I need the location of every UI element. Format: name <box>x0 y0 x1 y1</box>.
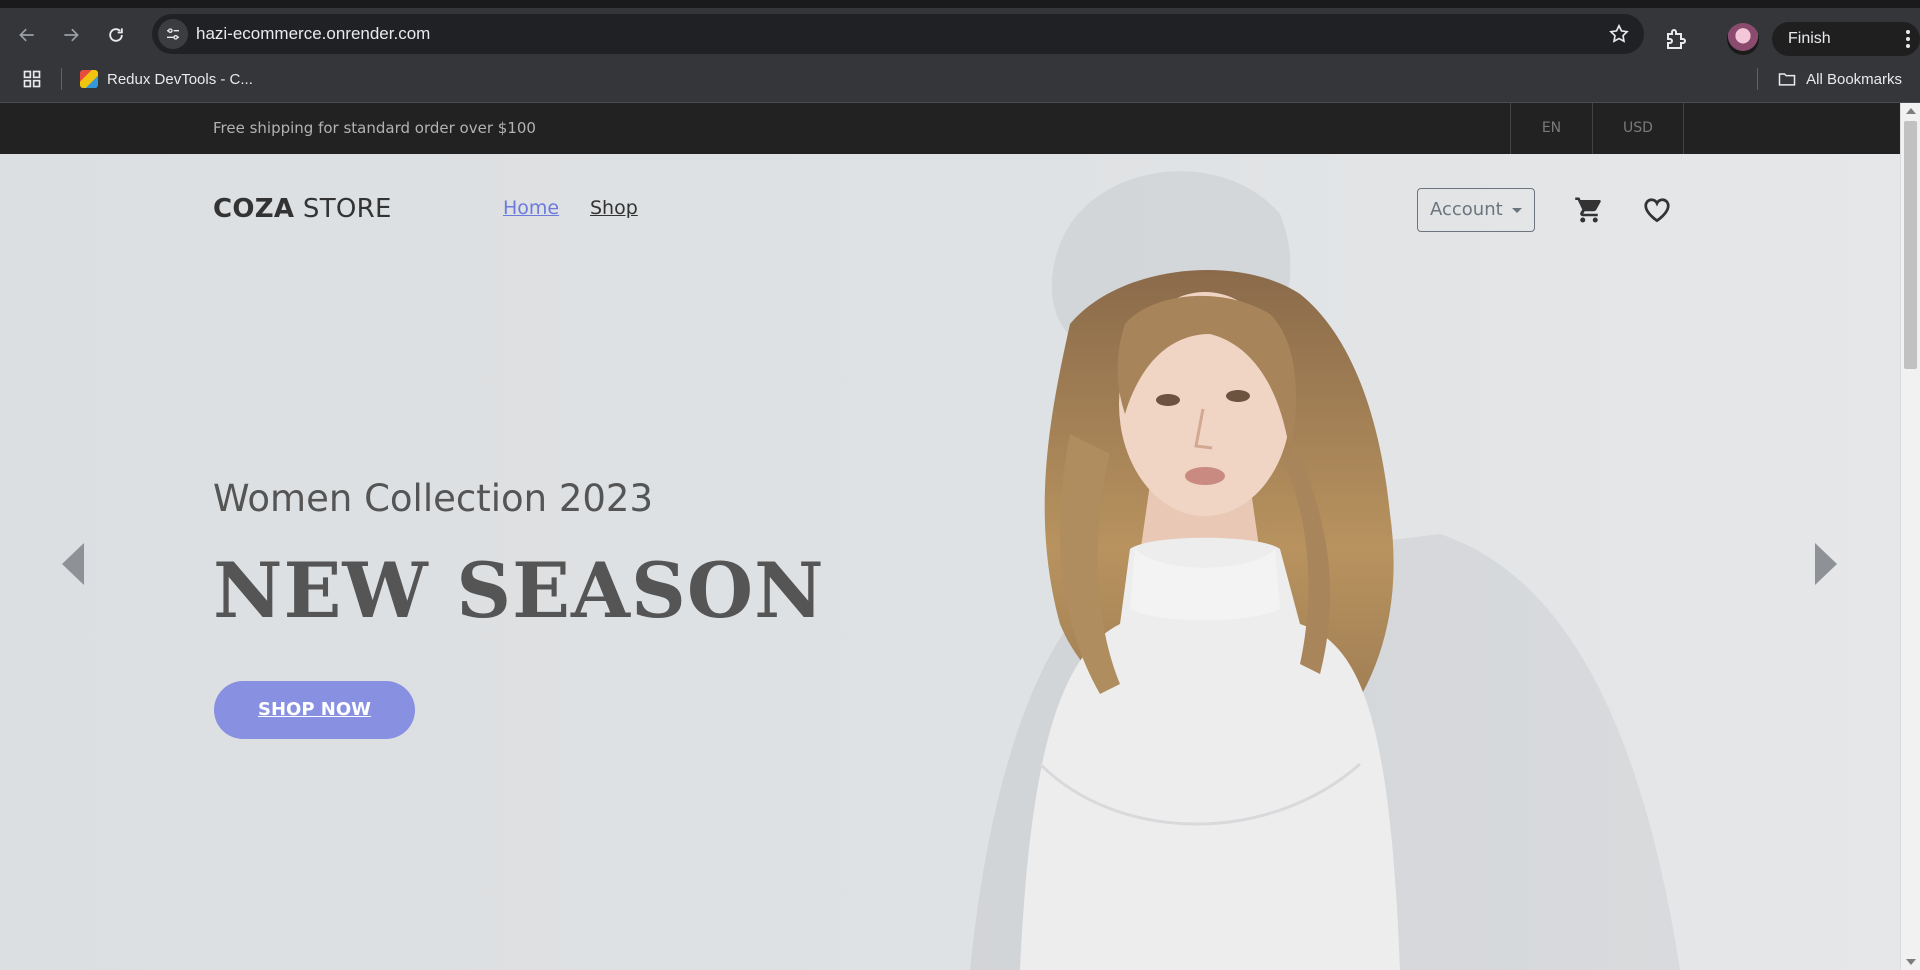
forward-button[interactable] <box>55 19 87 51</box>
profile-avatar[interactable] <box>1727 23 1759 55</box>
account-dropdown[interactable]: Account <box>1417 188 1535 232</box>
scrollbar-thumb[interactable] <box>1904 121 1917 369</box>
more-menu-icon[interactable] <box>1906 30 1910 48</box>
arrow-right-icon <box>64 28 79 42</box>
bookmark-label: Redux DevTools - C... <box>107 70 253 88</box>
bookmarks-divider <box>61 68 62 90</box>
tab-strip <box>0 0 1920 8</box>
all-bookmarks-button[interactable]: All Bookmarks <box>1777 66 1902 92</box>
reload-icon <box>109 28 123 42</box>
logo-bold-text: COZA <box>213 194 295 224</box>
shipping-notice: Free shipping for standard order over $1… <box>213 119 536 137</box>
site-logo[interactable]: COZA STORE <box>213 194 392 224</box>
all-bookmarks-label: All Bookmarks <box>1806 70 1902 88</box>
bookmarks-bar: Redux DevTools - C... All Bookmarks <box>0 56 1920 103</box>
slider-next-icon[interactable] <box>1815 543 1837 585</box>
folder-icon <box>1778 73 1796 86</box>
finish-update-button[interactable]: Finish update <box>1772 22 1920 81</box>
account-label: Account <box>1430 199 1503 220</box>
currency-selector[interactable]: USD <box>1592 103 1684 154</box>
browser-chrome: hazi-ecommerce.onrender.com Finish updat… <box>0 0 1920 103</box>
scroll-down-icon[interactable] <box>1906 959 1916 965</box>
redux-favicon-icon <box>80 70 98 88</box>
web-page: Free shipping for standard order over $1… <box>0 103 1900 970</box>
hero-subtitle: Women Collection 2023 <box>213 477 654 520</box>
address-bar[interactable]: hazi-ecommerce.onrender.com <box>152 14 1644 54</box>
bookmark-redux-devtools[interactable]: Redux DevTools - C... <box>80 66 253 92</box>
hero-title: NEW SEASON <box>213 546 825 635</box>
back-button[interactable] <box>11 19 43 51</box>
chevron-down-icon <box>1512 208 1522 213</box>
cart-icon[interactable] <box>1574 195 1604 225</box>
tune-icon <box>167 28 179 40</box>
logo-light-text: STORE <box>294 194 392 224</box>
top-info-bar: Free shipping for standard order over $1… <box>0 103 1900 154</box>
shop-now-button[interactable]: SHOP NOW <box>214 681 415 739</box>
grid-icon[interactable] <box>22 69 42 89</box>
star-icon[interactable] <box>1608 23 1630 45</box>
puzzle-icon[interactable] <box>1664 27 1688 51</box>
url-text[interactable]: hazi-ecommerce.onrender.com <box>196 24 430 44</box>
nav-link-shop[interactable]: Shop <box>590 197 638 219</box>
language-selector[interactable]: EN <box>1510 103 1592 154</box>
slider-prev-icon[interactable] <box>62 543 84 585</box>
hero-model-image <box>970 171 1680 970</box>
browser-toolbar: hazi-ecommerce.onrender.com Finish updat… <box>0 8 1920 81</box>
heart-icon[interactable] <box>1642 195 1672 225</box>
site-header: COZA STORE Home Shop Account <box>0 154 1900 258</box>
site-info-button[interactable] <box>158 19 188 49</box>
nav-link-home[interactable]: Home <box>503 197 559 219</box>
page-scrollbar[interactable] <box>1900 103 1920 970</box>
scroll-up-icon[interactable] <box>1906 108 1916 114</box>
bookmarks-divider <box>1757 68 1758 90</box>
reload-button[interactable] <box>100 19 132 51</box>
arrow-left-icon <box>19 28 34 42</box>
